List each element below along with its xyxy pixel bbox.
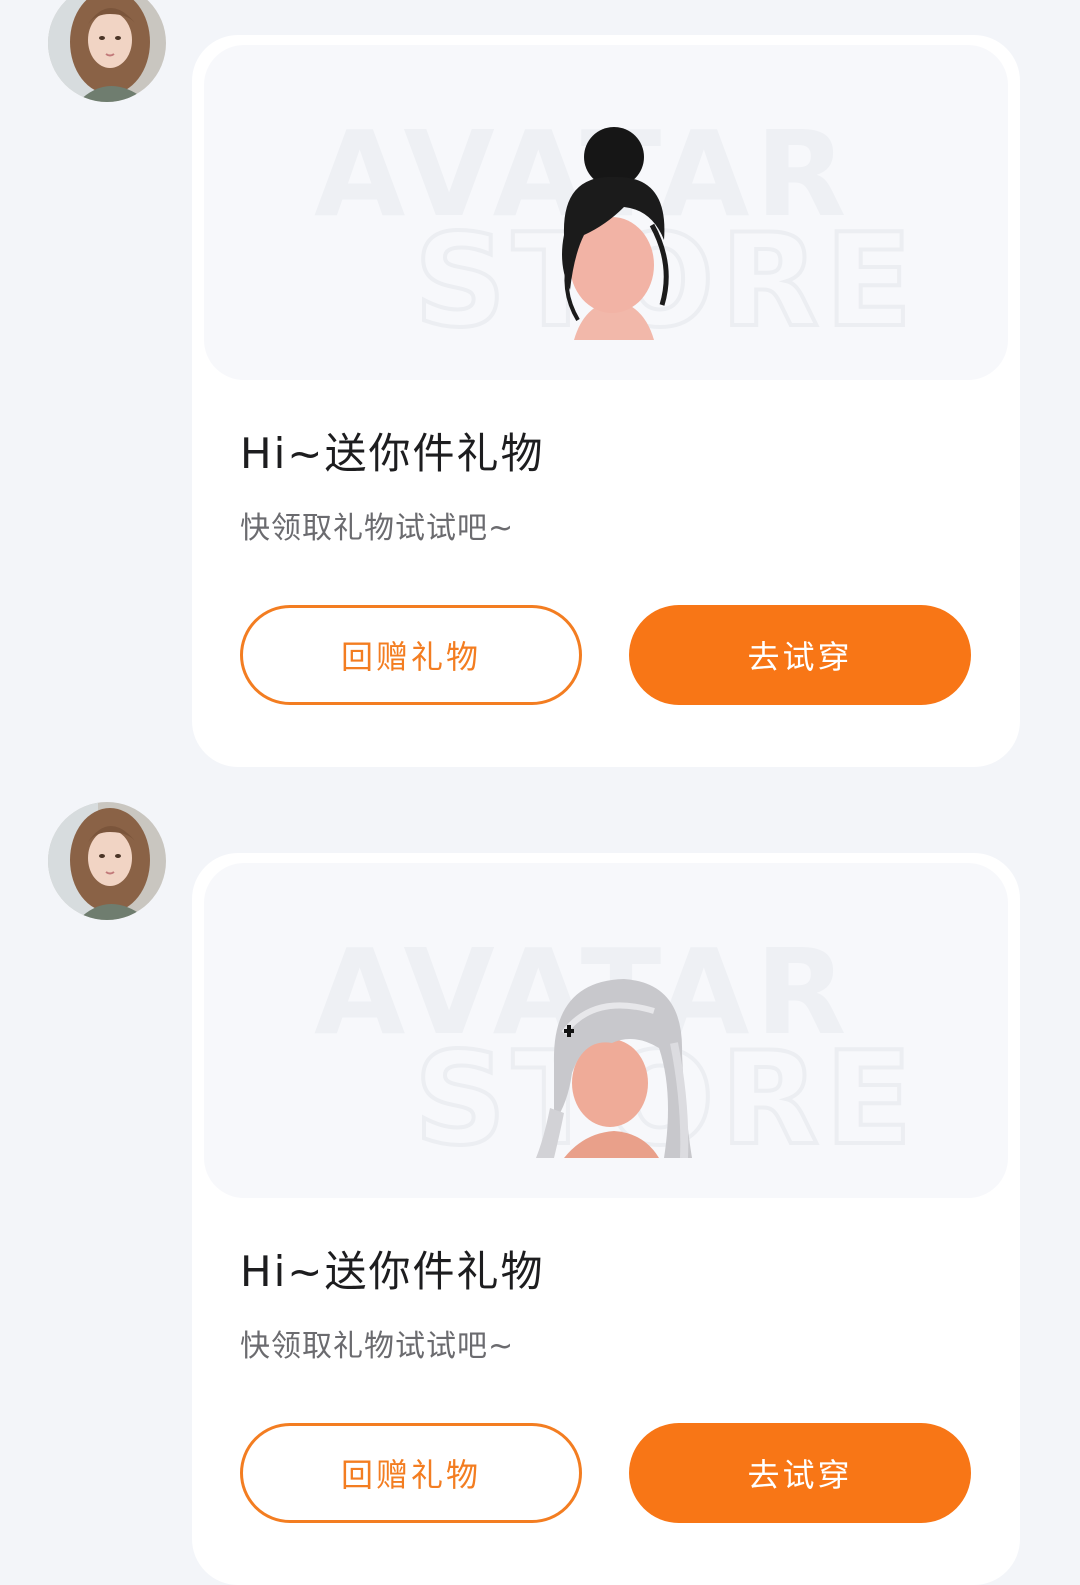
gift-subtitle: 快领取礼物试试吧~ — [240, 1329, 515, 1364]
try-on-button[interactable]: 去试穿 — [629, 605, 971, 705]
gift-subtitle: 快领取礼物试试吧~ — [240, 511, 515, 546]
black-bun-hairstyle-icon[interactable] — [524, 115, 704, 340]
return-gift-button[interactable]: 回赠礼物 — [240, 1423, 582, 1523]
avatar-photo-icon — [48, 802, 166, 920]
sender-avatar[interactable] — [48, 0, 166, 102]
return-gift-button[interactable]: 回赠礼物 — [240, 605, 582, 705]
gift-card: AVATAR STORE Hi~送你件礼物 快领取礼物试试吧~ 回赠礼物 去试穿 — [192, 35, 1020, 767]
gift-item-preview: AVATAR STORE — [204, 863, 1008, 1198]
gift-title: Hi~送你件礼物 — [240, 1247, 545, 1296]
gift-card: AVATAR STORE Hi~送你件礼物 快领取礼物试试吧~ 回赠礼物 去试穿 — [192, 853, 1020, 1585]
avatar-photo-icon — [48, 0, 166, 102]
gift-item-preview: AVATAR STORE — [204, 45, 1008, 380]
silver-long-hairstyle-icon[interactable] — [524, 933, 704, 1158]
gift-title: Hi~送你件礼物 — [240, 429, 545, 478]
sender-avatar[interactable] — [48, 802, 166, 920]
try-on-button[interactable]: 去试穿 — [629, 1423, 971, 1523]
